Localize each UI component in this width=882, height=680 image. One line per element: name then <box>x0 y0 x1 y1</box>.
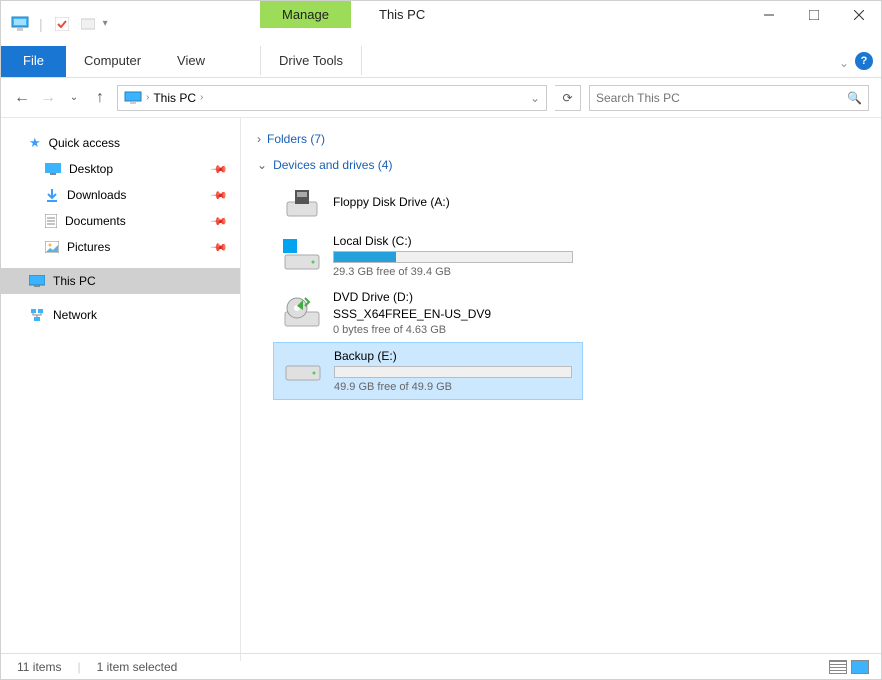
drive-name: Local Disk (C:) <box>333 234 573 248</box>
address-box[interactable]: › This PC › ⌄ <box>117 85 547 111</box>
pin-icon: 📌 <box>210 186 229 205</box>
help-icon[interactable]: ? <box>855 52 873 70</box>
drives-group-header[interactable]: ⌄ Devices and drives (4) <box>253 152 869 178</box>
sidebar-item-label: Pictures <box>67 240 110 254</box>
this-pc-icon <box>29 275 45 287</box>
minimize-button[interactable] <box>746 1 791 29</box>
drive-name: Floppy Disk Drive (A:) <box>333 195 573 209</box>
content-pane: › Folders (7) ⌄ Devices and drives (4) F… <box>241 118 881 661</box>
sidebar-item-documents[interactable]: Documents 📌 <box>1 208 240 234</box>
window-title: This PC <box>379 7 425 22</box>
body: ★ Quick access Desktop 📌 Downloads 📌 Doc… <box>1 118 881 661</box>
pictures-icon <box>45 241 59 253</box>
folders-group-header[interactable]: › Folders (7) <box>253 126 869 152</box>
drive-local-c[interactable]: Local Disk (C:) 29.3 GB free of 39.4 GB <box>273 228 583 284</box>
search-input[interactable] <box>596 91 836 105</box>
sidebar-item-downloads[interactable]: Downloads 📌 <box>1 182 240 208</box>
address-dropdown-icon[interactable]: ⌄ <box>530 91 540 105</box>
breadcrumb[interactable]: This PC <box>153 91 196 105</box>
chevron-right-icon[interactable]: › <box>146 92 149 103</box>
dvd-icon <box>283 294 321 332</box>
sidebar-item-quick-access[interactable]: ★ Quick access <box>1 130 240 156</box>
documents-icon <box>45 214 57 228</box>
maximize-button[interactable] <box>791 1 836 29</box>
drive-dvd-d[interactable]: DVD Drive (D:) SSS_X64FREE_EN-US_DV9 0 b… <box>273 284 583 342</box>
computer-tab[interactable]: Computer <box>66 46 159 77</box>
drive-sublabel: SSS_X64FREE_EN-US_DV9 <box>333 307 573 321</box>
sidebar-item-label: Downloads <box>67 188 126 202</box>
qat-dropdown-icon[interactable]: ▾ <box>103 18 108 29</box>
sidebar-item-pictures[interactable]: Pictures 📌 <box>1 234 240 260</box>
search-box[interactable]: 🔍 <box>589 85 869 111</box>
address-bar: ← → ⌄ ↑ › This PC › ⌄ ⟳ 🔍 <box>1 78 881 118</box>
sidebar-item-network[interactable]: Network <box>1 302 240 328</box>
network-icon <box>29 308 45 322</box>
capacity-bar <box>334 366 572 378</box>
chevron-down-icon: ⌄ <box>257 158 267 172</box>
forward-button[interactable]: → <box>39 89 57 107</box>
chevron-right-icon[interactable]: › <box>200 92 203 103</box>
drive-floppy[interactable]: Floppy Disk Drive (A:) <box>273 178 583 228</box>
close-button[interactable] <box>836 1 881 29</box>
chevron-right-icon: › <box>257 132 261 146</box>
sidebar-item-label: Desktop <box>69 162 113 176</box>
drive-free-text: 29.3 GB free of 39.4 GB <box>333 266 573 278</box>
group-label: Devices and drives (4) <box>273 158 392 172</box>
sidebar-item-label: Documents <box>65 214 126 228</box>
window-controls <box>746 1 881 29</box>
sidebar-item-label: Quick access <box>49 136 120 150</box>
view-tab[interactable]: View <box>159 46 223 77</box>
capacity-bar <box>333 251 573 263</box>
sidebar-item-label: This PC <box>53 274 96 288</box>
drive-backup-e[interactable]: Backup (E:) 49.9 GB free of 49.9 GB <box>273 342 583 400</box>
separator: | <box>77 660 80 674</box>
status-bar: 11 items | 1 item selected <box>1 653 881 679</box>
pin-icon: 📌 <box>210 238 229 257</box>
refresh-button[interactable]: ⟳ <box>555 85 581 111</box>
details-view-icon[interactable] <box>829 660 847 674</box>
ribbon-minimize-icon[interactable]: ⌄ <box>839 56 849 70</box>
drive-free-text: 0 bytes free of 4.63 GB <box>333 324 573 336</box>
drive-name: Backup (E:) <box>334 349 572 363</box>
up-button[interactable]: ↑ <box>91 89 109 107</box>
sidebar-item-label: Network <box>53 308 97 322</box>
drive-name: DVD Drive (D:) <box>333 290 573 304</box>
ribbon: File Computer View Drive Tools ⌄ ? <box>1 46 881 78</box>
file-tab[interactable]: File <box>1 46 66 77</box>
tiles-view-icon[interactable] <box>851 660 869 674</box>
separator: | <box>39 16 43 32</box>
manage-tab[interactable]: Manage <box>260 1 351 28</box>
this-pc-icon <box>124 91 142 105</box>
this-pc-icon[interactable] <box>9 13 31 35</box>
titlebar: | ▾ Manage This PC <box>1 1 881 46</box>
pin-icon: 📌 <box>210 160 229 179</box>
search-icon[interactable]: 🔍 <box>847 91 862 105</box>
downloads-icon <box>45 188 59 202</box>
drive-free-text: 49.9 GB free of 49.9 GB <box>334 381 572 393</box>
status-selected-count: 1 item selected <box>97 660 178 674</box>
back-button[interactable]: ← <box>13 89 31 107</box>
properties-icon[interactable] <box>51 13 73 35</box>
group-label: Folders (7) <box>267 132 325 146</box>
star-icon: ★ <box>29 135 41 151</box>
quick-access-toolbar: | ▾ <box>9 13 108 35</box>
drive-icon <box>283 237 321 275</box>
drive-tools-tab[interactable]: Drive Tools <box>260 46 362 75</box>
sidebar-item-desktop[interactable]: Desktop 📌 <box>1 156 240 182</box>
sidebar-item-this-pc[interactable]: This PC <box>1 268 240 294</box>
status-item-count: 11 items <box>17 660 61 674</box>
drive-icon <box>284 352 322 390</box>
sidebar: ★ Quick access Desktop 📌 Downloads 📌 Doc… <box>1 118 241 661</box>
desktop-icon <box>45 163 61 175</box>
pin-icon: 📌 <box>210 212 229 231</box>
recent-dropdown-icon[interactable]: ⌄ <box>65 92 83 103</box>
floppy-icon <box>283 184 321 222</box>
new-folder-icon[interactable] <box>77 13 99 35</box>
